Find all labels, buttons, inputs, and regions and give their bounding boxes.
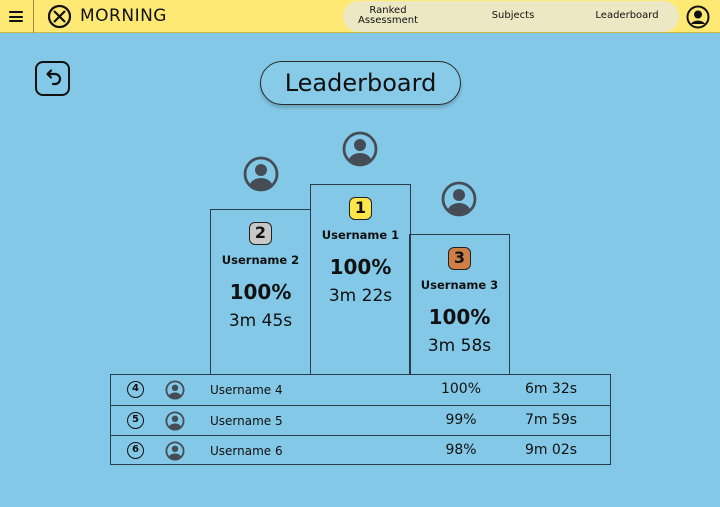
user-avatar-icon xyxy=(342,131,378,167)
nav-subjects[interactable]: Subjects xyxy=(486,11,540,21)
brand-name: MORNING xyxy=(80,6,167,26)
rank-badge: 1 xyxy=(349,197,372,220)
row-score: 100% xyxy=(440,381,482,397)
back-button[interactable] xyxy=(35,61,70,96)
row-score: 99% xyxy=(445,412,477,428)
podium-score: 100% xyxy=(329,255,392,279)
rank-number: 6 xyxy=(127,442,144,459)
podium-time: 3m 22s xyxy=(328,286,393,306)
podium-score: 100% xyxy=(428,305,491,329)
nav-ranked-line2: Assessment xyxy=(358,15,418,26)
user-avatar-icon xyxy=(165,411,185,431)
logo-icon xyxy=(47,4,72,29)
podium-score: 100% xyxy=(229,280,292,304)
row-username: Username 6 xyxy=(210,444,283,458)
rank-badge: 3 xyxy=(448,247,471,270)
table-row[interactable]: 6 Username 6 98% 9m 02s xyxy=(111,435,610,465)
rank-number: 5 xyxy=(127,412,144,429)
user-avatar-icon xyxy=(441,181,477,217)
user-avatar-icon xyxy=(165,441,185,461)
row-username: Username 4 xyxy=(210,383,283,397)
menu-icon[interactable] xyxy=(9,11,23,22)
rank-badge: 2 xyxy=(249,222,272,245)
nav-ranked-assessment[interactable]: Ranked Assessment xyxy=(356,6,420,26)
leaderboard-table: 4 Username 4 100% 6m 32s 5 Username 5 99… xyxy=(110,374,611,465)
account-icon[interactable] xyxy=(686,5,710,29)
podium-first: 1 Username 1 100% 3m 22s xyxy=(310,184,411,375)
podium-username: Username 2 xyxy=(221,253,300,267)
podium-username: Username 3 xyxy=(420,278,499,292)
row-score: 98% xyxy=(445,442,477,458)
user-avatar-icon xyxy=(165,380,185,400)
topbar-divider xyxy=(33,0,34,33)
podium-time: 3m 45s xyxy=(228,311,293,331)
nav-leaderboard[interactable]: Leaderboard xyxy=(592,11,662,21)
podium-username: Username 1 xyxy=(321,228,400,242)
table-row[interactable]: 5 Username 5 99% 7m 59s xyxy=(111,405,610,435)
row-username: Username 5 xyxy=(210,414,283,428)
table-row[interactable]: 4 Username 4 100% 6m 32s xyxy=(111,375,610,405)
row-time: 6m 32s xyxy=(524,381,578,397)
row-time: 7m 59s xyxy=(524,412,578,428)
user-avatar-icon xyxy=(243,156,279,192)
top-bar: MORNING Ranked Assessment Subjects Leade… xyxy=(0,0,720,33)
podium-second: 2 Username 2 100% 3m 45s xyxy=(210,209,311,375)
back-arrow-icon xyxy=(46,69,62,86)
podium-third: 3 Username 3 100% 3m 58s xyxy=(409,234,510,375)
rank-number: 4 xyxy=(127,381,144,398)
row-time: 9m 02s xyxy=(524,442,578,458)
page-title: Leaderboard xyxy=(260,61,461,105)
podium-time: 3m 58s xyxy=(427,336,492,356)
